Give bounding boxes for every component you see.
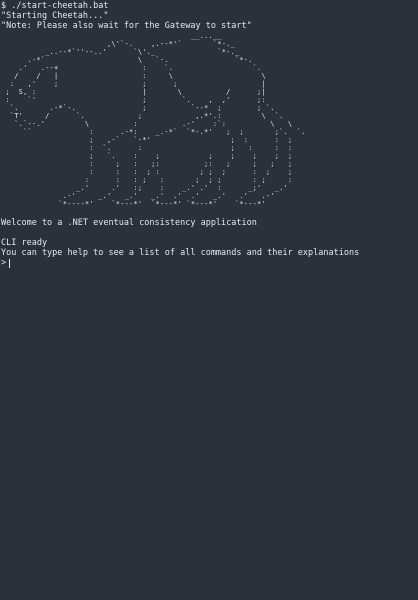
cheetah-ascii-art: __...__ ,\'`-. ,.--*'` `*-._ _..--*`''--… <box>5 32 306 208</box>
help-hint-message: You can type help to see a list of all c… <box>1 248 360 258</box>
welcome-message: Welcome to a .NET eventual consistency a… <box>1 218 257 228</box>
prompt-symbol: > <box>1 258 7 268</box>
command-prompt[interactable]: > <box>1 258 418 268</box>
gateway-note: "Note: Please also wait for the Gateway … <box>1 21 252 31</box>
terminal-window[interactable]: $ ./start-cheetah.bat "Starting Cheetah.… <box>0 0 418 600</box>
cli-ready-message: CLI ready <box>1 238 48 248</box>
starting-message: "Starting Cheetah..." <box>1 11 109 21</box>
text-cursor[interactable] <box>9 258 11 268</box>
command-line: $ ./start-cheetah.bat <box>1 1 109 11</box>
